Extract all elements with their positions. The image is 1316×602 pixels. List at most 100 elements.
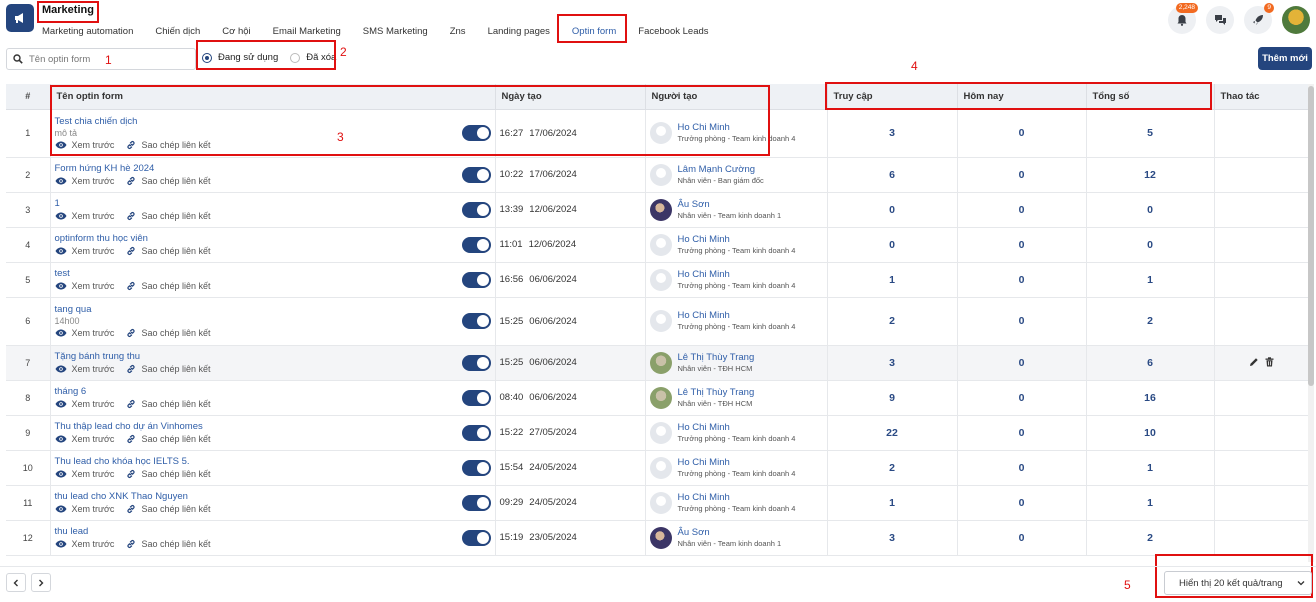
notification-bell-icon[interactable]: 2,248 [1168, 3, 1198, 34]
status-toggle[interactable] [461, 494, 491, 511]
table-row[interactable]: 9 Thu thập lead cho dự án Vinhomes Xem trư… [6, 415, 1308, 451]
status-toggle[interactable] [461, 459, 491, 476]
form-name-link[interactable]: Thu thập lead cho dự án Vinhomes [55, 421, 491, 433]
tab-landing-pages[interactable]: Landing pages [488, 26, 550, 42]
creator-name[interactable]: Lê Thị Thùy Trang [678, 352, 755, 364]
preview-link[interactable]: Xem trước [55, 503, 114, 515]
copy-link[interactable]: Sao chép liên kết [126, 503, 210, 515]
megaphone-icon[interactable] [6, 4, 34, 32]
creator-name[interactable]: Ho Chi Minh [678, 457, 796, 469]
copy-link[interactable]: Sao chép liên kết [126, 175, 210, 187]
table-row[interactable]: 2 Form hứng KH hè 2024 Xem trước Sao chép l… [6, 157, 1308, 193]
creator-name[interactable]: Lâm Mạnh Cường [678, 164, 764, 176]
tab-facebook-leads[interactable]: Facebook Leads [638, 26, 708, 42]
creator-name[interactable]: Ho Chi Minh [678, 492, 796, 504]
table-row[interactable]: 12 thu lead Xem trước Sao chép liên kết 15:1… [6, 520, 1308, 556]
table-row[interactable]: 5 test Xem trước Sao chép liên kết 16:56 06/0… [6, 262, 1308, 298]
table-row[interactable]: 8 tháng 6 Xem trước Sao chép liên kết 08:40 0… [6, 380, 1308, 416]
form-name-link[interactable]: Form hứng KH hè 2024 [55, 163, 491, 175]
edit-icon[interactable] [1249, 357, 1259, 367]
table-row[interactable]: 6 tang qua 14h00 Xem trước Sao chép liên kết… [6, 297, 1308, 346]
copy-link[interactable]: Sao chép liên kết [126, 468, 210, 480]
status-toggle[interactable] [461, 236, 491, 253]
user-avatar[interactable] [1282, 6, 1310, 34]
link-icon [127, 246, 136, 255]
preview-label: Xem trước [71, 327, 115, 338]
creator-name[interactable]: Ho Chi Minh [678, 269, 796, 281]
preview-link[interactable]: Xem trước [55, 433, 114, 445]
total-count: 16 [1086, 380, 1215, 416]
preview-link[interactable]: Xem trước [55, 210, 114, 222]
copy-link[interactable]: Sao chép liên kết [126, 538, 210, 550]
next-page-button[interactable] [31, 573, 51, 592]
preview-link[interactable]: Xem trước [55, 468, 114, 480]
form-name-link[interactable]: thu lead [55, 526, 491, 538]
preview-link[interactable]: Xem trước [55, 327, 115, 339]
status-toggle[interactable] [461, 313, 491, 329]
form-name-link[interactable]: test [55, 268, 491, 280]
table-row[interactable]: 11 thu lead cho XNK Thao Nguyen Xem trước S… [6, 485, 1308, 521]
form-name-link[interactable]: 1 [55, 198, 491, 210]
form-name-link[interactable]: Thu lead cho khóa học IELTS 5. [55, 456, 491, 468]
preview-link[interactable]: Xem trước [55, 245, 114, 257]
tab-sms-marketing[interactable]: SMS Marketing [363, 26, 428, 42]
form-name-link[interactable]: tháng 6 [55, 386, 491, 398]
tab-chiến-dịch[interactable]: Chiến dịch [155, 26, 200, 42]
annotation-box-filters [196, 40, 336, 70]
preview-link[interactable]: Xem trước [55, 175, 114, 187]
status-toggle[interactable] [461, 389, 491, 406]
preview-link[interactable]: Xem trước [55, 538, 114, 550]
creator-role: Trưởng phòng - Team kinh doanh 4 [677, 322, 796, 331]
copy-link[interactable]: Sao chép liên kết [126, 363, 210, 375]
search-input[interactable] [29, 53, 179, 65]
table-row[interactable]: 10 Thu lead cho khóa học IELTS 5. Xem trướ… [6, 450, 1308, 486]
col-actions-header: Thao tác [1214, 84, 1308, 110]
form-name-link[interactable]: Tặng bánh trung thu [55, 351, 491, 363]
table-row[interactable]: 3 1 Xem trước Sao chép liên kết 13:39 12/06/2… [6, 192, 1308, 228]
creator-name[interactable]: Ho Chi Minh [678, 310, 796, 322]
creator-cell: Âu Sơn Nhân viên - Team kinh doanh 1 [645, 192, 828, 228]
copy-link-label: Sao chép liên kết [141, 468, 211, 479]
chat-icon[interactable] [1206, 6, 1234, 34]
copy-link[interactable]: Sao chép liên kết [126, 327, 210, 339]
search-box[interactable] [6, 48, 196, 70]
add-new-button[interactable]: Thêm mới [1258, 47, 1312, 70]
copy-link[interactable]: Sao chép liên kết [126, 433, 210, 445]
total-count: 5 [1086, 109, 1215, 158]
status-toggle[interactable] [461, 271, 491, 288]
creator-cell: Ho Chi Minh Trưởng phòng - Team kinh doan… [645, 262, 828, 298]
eye-icon [55, 470, 66, 477]
copy-link-label: Sao chép liên kết [141, 280, 211, 291]
copy-link[interactable]: Sao chép liên kết [126, 398, 210, 410]
annotation-box-stats [825, 82, 1212, 110]
copy-link[interactable]: Sao chép liên kết [126, 210, 210, 222]
copy-link[interactable]: Sao chép liên kết [126, 245, 210, 257]
creator-name[interactable]: Âu Sơn [678, 527, 782, 539]
form-name-link[interactable]: tang qua [55, 304, 491, 316]
tab-zns[interactable]: Zns [450, 26, 466, 42]
creator-name[interactable]: Âu Sơn [678, 199, 782, 211]
creator-name[interactable]: Ho Chi Minh [678, 422, 796, 434]
preview-link[interactable]: Xem trước [55, 363, 114, 375]
status-toggle[interactable] [461, 201, 491, 218]
scrollbar-thumb[interactable] [1308, 86, 1314, 386]
status-toggle[interactable] [461, 529, 491, 546]
status-toggle[interactable] [461, 424, 491, 441]
prev-page-button[interactable] [6, 573, 26, 592]
status-toggle[interactable] [461, 354, 491, 371]
table-row[interactable]: 4 optinform thu học viên Xem trước Sao chép… [6, 227, 1308, 263]
copy-link[interactable]: Sao chép liên kết [126, 280, 210, 292]
status-toggle[interactable] [461, 166, 491, 183]
row-actions-cell [1214, 450, 1308, 486]
page-size-select[interactable]: Hiển thị 20 kết quả/trang [1164, 571, 1312, 595]
preview-link[interactable]: Xem trước [55, 280, 114, 292]
preview-link[interactable]: Xem trước [55, 398, 114, 410]
form-name-link[interactable]: optinform thu học viên [55, 233, 491, 245]
form-name-link[interactable]: thu lead cho XNK Thao Nguyen [55, 491, 491, 503]
table-row[interactable]: 7 Tặng bánh trung thu Xem trước Sao chép li… [6, 345, 1308, 381]
tab-marketing-automation[interactable]: Marketing automation [42, 26, 133, 42]
rocket-icon[interactable]: 9 [1244, 3, 1274, 34]
creator-name[interactable]: Ho Chi Minh [678, 234, 796, 246]
delete-icon[interactable] [1265, 357, 1274, 367]
creator-name[interactable]: Lê Thị Thùy Trang [678, 387, 755, 399]
